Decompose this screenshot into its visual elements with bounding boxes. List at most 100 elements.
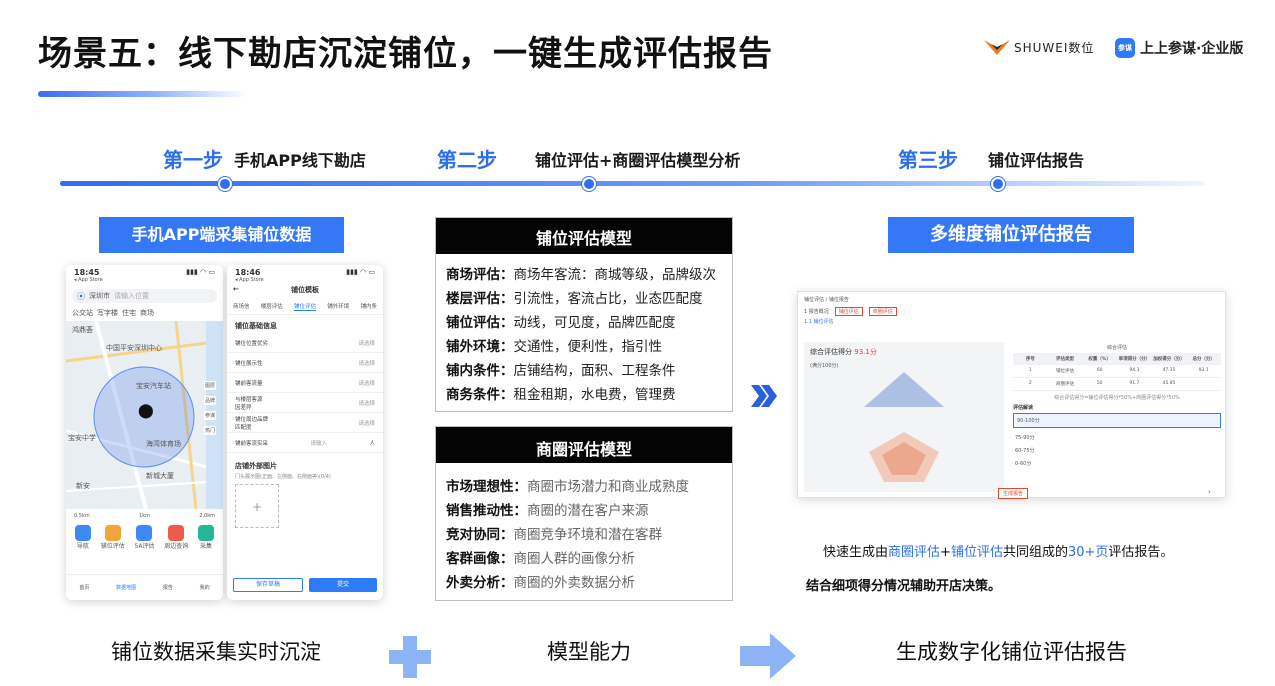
shangshang-badge-icon: 参谋: [1115, 38, 1135, 58]
table-cell: 93.1: [1198, 368, 1209, 373]
tab-outside[interactable]: 铺外环境: [327, 302, 349, 311]
search-bar[interactable]: ⦿ 深圳市 请输入位置: [72, 289, 217, 303]
tab-inside[interactable]: 铺内条: [360, 302, 377, 311]
table-header-row: 序号 评估类型 权重（%） 单项得分（分） 加权得分（分） 总分（分）: [1013, 353, 1221, 365]
chip-residence[interactable]: 住宅: [122, 308, 136, 318]
search-input[interactable]: 请输入位置: [114, 291, 149, 301]
scale-label: 1km: [139, 513, 150, 519]
plus-icon: [389, 636, 431, 678]
interp-range: 90-100分: [1017, 418, 1040, 424]
app-store-back[interactable]: ◂ App Store: [235, 277, 264, 283]
tool-collect[interactable]: 采集: [198, 525, 215, 550]
interp-item: 0-60分: [1013, 457, 1221, 470]
model-row-key: 客群画像：: [446, 551, 514, 567]
photo-hint: 门头展示图(正面、左侧面、右侧面等)(0/4): [235, 474, 331, 480]
tool-label: 周边查询: [164, 543, 189, 550]
add-photo-button[interactable]: +: [235, 484, 279, 528]
step-1-label: 第一步: [163, 148, 223, 172]
form-field-row[interactable]: 铺前客流量 请选择: [227, 373, 383, 393]
tool-grid: 导航 铺位评估 5A评估 周边查询 采集: [66, 523, 223, 552]
fox-logo-icon: [984, 40, 1010, 55]
tab-mine[interactable]: 我的: [200, 584, 210, 591]
back-arrow-icon[interactable]: ←: [233, 285, 239, 293]
model-row: 铺位评估： 动线，可见度，品牌匹配度: [446, 311, 722, 335]
form-field-value[interactable]: 请选择: [358, 359, 375, 367]
side-tool-hot[interactable]: 热门: [203, 426, 216, 435]
table-title: 综合评估: [1106, 345, 1127, 351]
tool-shop-eval[interactable]: 铺位评估: [101, 525, 125, 550]
model-row-value: 商场年客流：商城等级，品牌级次: [513, 267, 717, 283]
desc-text: 快速生成由: [823, 545, 889, 560]
form-field-value[interactable]: 请选择: [358, 399, 375, 407]
tab-mall[interactable]: 商场信: [233, 302, 250, 311]
form-field-value[interactable]: 请输入: [310, 439, 327, 447]
generate-report-button[interactable]: 生成报告: [998, 488, 1029, 499]
model-row-key: 铺外环境：: [446, 339, 514, 355]
district-model-box: 商圈评估模型 市场理想性： 商圈市场潜力和商业成熟度 销售推动性： 商圈的潜在客户来源…: [435, 426, 733, 601]
model-row-key: 竞对协同：: [446, 527, 514, 543]
navigate-icon: [74, 525, 91, 541]
model-row-key: 铺位评估：: [446, 315, 514, 331]
app-store-back[interactable]: ◂ App Store: [74, 277, 103, 283]
city-selector[interactable]: 深圳市: [89, 291, 110, 301]
form-field-row[interactable]: 铺位周边品牌 匹配度 请选择: [227, 413, 383, 433]
report-tab-district[interactable]: 商圈评估: [868, 307, 897, 316]
map-label: 宝安汽车站: [136, 382, 171, 390]
form-field-row[interactable]: 与楼层客源 因差异 请选择: [227, 393, 383, 413]
timeline-dot-3: [991, 177, 1005, 191]
side-tool-advisor[interactable]: 参谋: [203, 411, 216, 420]
form-field-row[interactable]: 铺前客流实采 请输入 人: [227, 433, 383, 453]
double-chevron-icon: [751, 385, 777, 407]
left-section-header: 手机APP端采集铺位数据: [99, 217, 344, 253]
tool-5a-eval[interactable]: 5A评估: [134, 525, 155, 550]
collect-icon: [198, 525, 215, 541]
tool-label: 5A评估: [134, 543, 155, 550]
tab-shop[interactable]: 铺位评估: [293, 302, 316, 311]
form-field-value[interactable]: 请选择: [358, 379, 375, 387]
tab-report[interactable]: 报告: [163, 584, 173, 591]
model-row-key: 铺内条件：: [446, 363, 514, 379]
form-field-value[interactable]: 请选择: [358, 339, 375, 347]
table-header-cell: 总分（分）: [1192, 357, 1215, 362]
report-tabs: 1 报告概况 铺位评估 商圈评估: [798, 307, 1225, 316]
model-row: 铺内条件： 店铺结构，面积、工程条件: [446, 359, 722, 383]
shuwei-logo-text: SHUWEI数位: [1014, 40, 1095, 55]
form-field-row[interactable]: 铺位位置优劣 请选择: [227, 333, 383, 353]
model-row: 商场评估： 商场年客流：商城等级，品牌级次: [446, 263, 722, 287]
form-field-label: 铺位展示性: [235, 360, 263, 367]
tab-floor[interactable]: 楼层评估: [261, 302, 283, 311]
side-tool-layers[interactable]: 图层: [203, 381, 216, 390]
phone-map-screen: 18:45 ◂ App Store ▮▮▮ ◠ ▭ ⦿ 深圳市 请输入位置 公交…: [66, 265, 223, 600]
model-row-value: 商圈市场潜力和商业成熟度: [527, 479, 689, 495]
tab-data-map[interactable]: 数据地图: [116, 584, 136, 591]
next-page-icon[interactable]: ›: [1208, 488, 1211, 496]
bottom-tab-bar: 首页 数据地图 报告 我的: [66, 574, 223, 600]
form-field-row[interactable]: 铺位展示性 请选择: [227, 353, 383, 373]
report-breadcrumb: 铺位评估 / 铺位报告: [804, 297, 849, 303]
interp-item-highlight[interactable]: 90-100分: [1013, 413, 1221, 428]
form-field-value[interactable]: 请选择: [358, 419, 375, 427]
nav-bar: ← 铺位模板: [227, 285, 383, 299]
chip-office[interactable]: 写字楼: [97, 308, 118, 318]
chip-mall[interactable]: 商场: [140, 308, 154, 318]
model-row-value: 商圈竞争环境和潜在客群: [513, 527, 663, 543]
phone-form-screen: 18:46 ◂ App Store ▮▮▮ ◠ ▭ ← 铺位模板 商场信 楼层评…: [227, 265, 383, 600]
submit-button[interactable]: 提交: [309, 578, 377, 592]
save-draft-button[interactable]: 保存草稿: [233, 578, 303, 592]
side-tool-brand[interactable]: 品牌: [203, 396, 216, 405]
district-model-rows: 市场理想性： 商圈市场潜力和商业成熟度 销售推动性： 商圈的潜在客户来源 竞对协同： 商圈…: [436, 463, 732, 595]
tab-home[interactable]: 首页: [79, 584, 89, 591]
tool-navigate[interactable]: 导航: [74, 525, 91, 550]
map-view[interactable]: 鸿鼎荟 中国平安深圳中心 宝安汽车站 海湾体育场 宝安中学 新城大厦 新安 ⬤ …: [66, 321, 223, 509]
model-row-value: 租金租期，水电费，管理费: [513, 387, 676, 403]
tool-nearby[interactable]: 周边查询: [164, 525, 188, 550]
shangshang-logo: 参谋 上上参谋·企业版: [1115, 38, 1243, 58]
report-tab-overview[interactable]: 1 报告概况: [804, 308, 829, 315]
table-cell: 91.7: [1129, 381, 1140, 386]
report-tab-shop[interactable]: 铺位评估: [834, 307, 863, 316]
map-pin-icon[interactable]: ⬤: [138, 403, 154, 419]
report-sub-tab[interactable]: 1.1 铺位评估: [798, 316, 1225, 327]
chip-bus[interactable]: 公交站: [72, 308, 93, 318]
report-description: 快速生成由商圈评估+铺位评估共同组成的30+页评估报告。: [823, 541, 1173, 560]
radius-scale[interactable]: 0.5km 1km 2.0km: [66, 509, 223, 523]
